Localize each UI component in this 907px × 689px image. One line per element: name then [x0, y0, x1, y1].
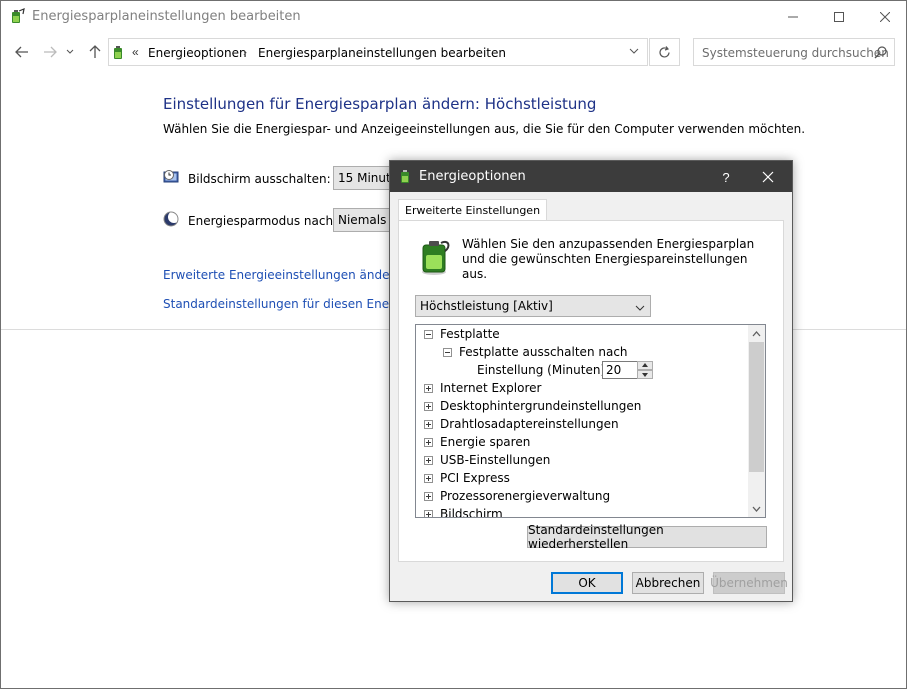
tree-item-label: Festplatte — [440, 327, 500, 341]
monitor-clock-icon — [163, 169, 180, 189]
minimize-button[interactable] — [770, 1, 816, 32]
tab-advanced-settings[interactable]: Erweiterte Einstellungen — [398, 199, 548, 221]
back-arrow-icon[interactable] — [11, 41, 33, 63]
help-button[interactable]: ? — [716, 167, 736, 187]
settings-tree[interactable]: Festplatte Festplatte ausschalten nach E… — [415, 324, 766, 518]
plan-select[interactable]: Höchstleistung [Aktiv] — [415, 295, 651, 317]
chevron-down-icon — [635, 300, 645, 314]
plan-select-value: Höchstleistung [Aktiv] — [420, 299, 553, 313]
dialog-title: Energieoptionen — [419, 169, 526, 184]
tree-item-label: Drahtlosadaptereinstellungen — [440, 417, 619, 431]
spin-up-button[interactable] — [637, 361, 653, 370]
tree-scrollbar[interactable] — [748, 325, 765, 517]
expand-icon[interactable] — [424, 438, 433, 447]
tree-item-label: Bildschirm — [440, 507, 503, 518]
breadcrumb-energieoptionen[interactable]: Energieoptionen — [148, 46, 247, 60]
maximize-button[interactable] — [816, 1, 862, 32]
expand-icon[interactable] — [424, 384, 433, 393]
minutes-input[interactable]: 20 — [602, 361, 638, 379]
moon-icon — [163, 211, 180, 231]
collapse-icon[interactable] — [443, 348, 452, 357]
page-title: Einstellungen für Energiesparplan ändern… — [163, 95, 597, 113]
search-input[interactable]: Systemsteuerung durchsuchen — [702, 46, 889, 60]
expand-icon[interactable] — [424, 510, 433, 517]
expand-icon[interactable] — [424, 474, 433, 483]
close-icon — [762, 171, 774, 183]
tree-item-label: Energie sparen — [440, 435, 531, 449]
address-bar[interactable]: « Energieoptionen › Energiesparplaneinst… — [108, 38, 648, 66]
spin-down-button[interactable] — [637, 370, 653, 379]
scrollbar-thumb[interactable] — [749, 342, 764, 472]
apply-button[interactable]: Übernehmen — [710, 572, 788, 594]
advanced-settings-panel: Wählen Sie den anzupassenden Energiespar… — [398, 220, 784, 562]
power-options-icon — [398, 168, 414, 187]
up-arrow-icon[interactable] — [84, 41, 106, 63]
tree-item-label: Desktophintergrundeinstellungen — [440, 399, 642, 413]
dialog-close-button[interactable] — [756, 166, 780, 188]
battery-icon — [419, 237, 453, 278]
advanced-settings-link[interactable]: Erweiterte Energieeinstellungen ändern — [163, 268, 402, 282]
title-bar: Energiesparplaneinstellungen bearbeiten — [1, 1, 906, 32]
scroll-down-icon[interactable] — [748, 500, 765, 517]
navigation-bar: « Energieoptionen › Energiesparplaneinst… — [1, 36, 906, 68]
cancel-button[interactable]: Abbrechen — [632, 572, 704, 594]
tree-item-label: Prozessorenergieverwaltung — [440, 489, 611, 503]
search-box[interactable]: Systemsteuerung durchsuchen — [693, 38, 895, 66]
setting-minutes-label: Einstellung (Minuten): — [477, 363, 610, 377]
forward-arrow-icon[interactable] — [39, 41, 61, 63]
tree-item-label: USB-Einstellungen — [440, 453, 551, 467]
recent-locations-chevron-icon[interactable] — [63, 41, 77, 63]
expand-icon[interactable] — [424, 402, 433, 411]
tree-item-einstellung: Einstellung (Minuten): — [477, 362, 609, 378]
ok-button[interactable]: OK — [551, 572, 623, 594]
close-button[interactable] — [862, 1, 907, 32]
breadcrumb-current[interactable]: Energiesparplaneinstellungen bearbeiten — [258, 46, 506, 60]
display-off-label: Bildschirm ausschalten: — [188, 172, 331, 186]
tree-item-label: Festplatte ausschalten nach — [459, 345, 628, 359]
refresh-button[interactable] — [649, 38, 680, 66]
expand-icon[interactable] — [424, 492, 433, 501]
restore-defaults-button[interactable]: Standardeinstellungen wiederherstellen — [527, 523, 767, 551]
dialog-description: Wählen Sie den anzupassenden Energiespar… — [462, 237, 755, 281]
expand-icon[interactable] — [424, 420, 433, 429]
power-options-icon — [9, 8, 25, 27]
scroll-up-icon[interactable] — [748, 325, 765, 342]
expand-icon[interactable] — [424, 456, 433, 465]
window-title: Energiesparplaneinstellungen bearbeiten — [32, 9, 301, 24]
sleep-label: Energiesparmodus nach: — [188, 214, 338, 228]
power-options-dialog: Energieoptionen ? Erweiterte Einstellung… — [389, 160, 793, 602]
page-subtitle: Wählen Sie die Energiespar- und Anzeigee… — [163, 122, 806, 136]
dialog-title-bar: Energieoptionen ? — [390, 161, 792, 192]
restore-defaults-link[interactable]: Standardeinstellungen für diesen Energie… — [163, 297, 389, 311]
tree-item-label: PCI Express — [440, 471, 510, 485]
chevron-down-icon[interactable] — [629, 46, 639, 57]
search-icon[interactable] — [874, 45, 888, 62]
tree-item-label: Internet Explorer — [440, 381, 542, 395]
collapse-icon[interactable] — [424, 330, 433, 339]
chevron-right-icon[interactable]: › — [243, 45, 247, 59]
power-options-icon — [111, 44, 127, 63]
refresh-icon — [659, 45, 670, 58]
breadcrumb-overflow[interactable]: « — [132, 45, 139, 59]
